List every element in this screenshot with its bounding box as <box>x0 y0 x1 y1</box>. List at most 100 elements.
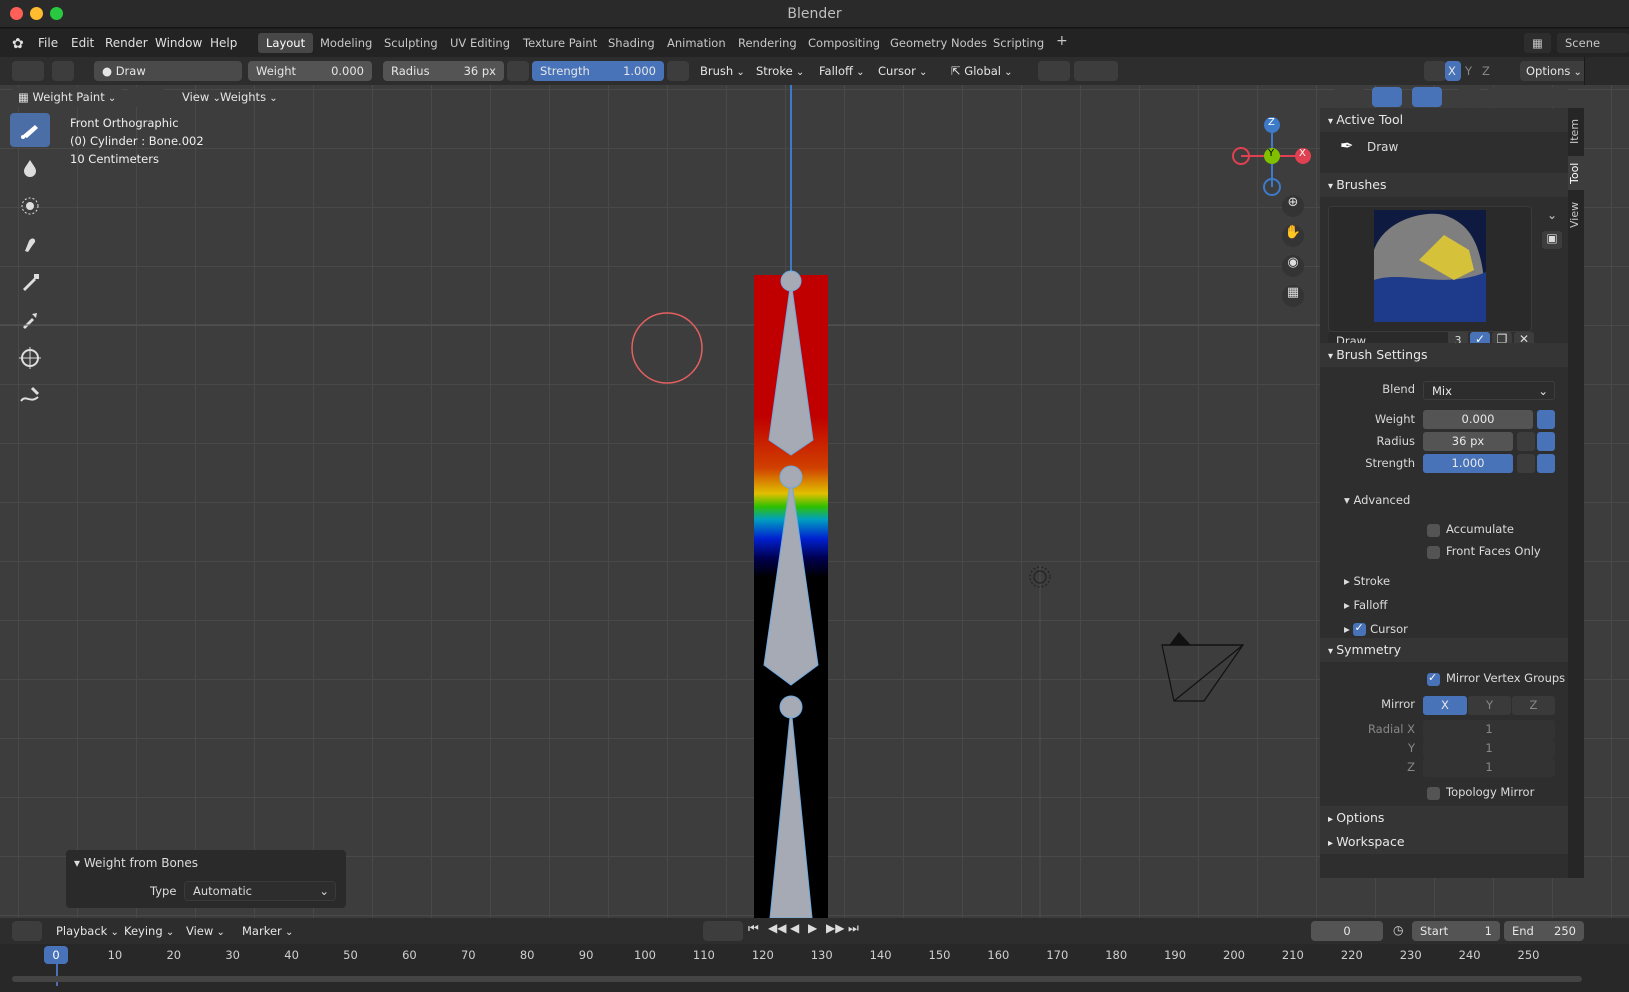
options-header[interactable]: Options <box>1320 806 1568 830</box>
zoom-icon[interactable]: ⊕ <box>1282 195 1304 217</box>
current-frame-field[interactable]: 0 <box>1311 921 1383 941</box>
scene-selector-icon[interactable]: ▦ <box>1524 33 1551 53</box>
front-faces-checkbox[interactable] <box>1427 546 1440 559</box>
tab-compositing[interactable]: Compositing <box>800 33 888 53</box>
menu-stroke[interactable]: Stroke <box>750 61 811 81</box>
tab-shading[interactable]: Shading <box>600 33 663 53</box>
symmetry-header[interactable]: Symmetry <box>1320 638 1568 662</box>
tab-layout[interactable]: Layout <box>258 33 314 53</box>
weight-use-unified-icon[interactable] <box>1537 410 1555 429</box>
menu-falloff[interactable]: Falloff <box>813 61 871 81</box>
blend-dropdown[interactable]: Mix ⌄ <box>1423 381 1555 400</box>
topology-mirror-checkbox[interactable] <box>1427 787 1440 800</box>
falloff-subpanel-header[interactable]: ▸ Falloff <box>1344 598 1387 612</box>
tab-modeling[interactable]: Modeling <box>312 33 380 53</box>
gizmo-toggle-icon[interactable] <box>1372 87 1402 107</box>
orientation-dropdown[interactable]: ⇱ Global <box>945 61 1019 81</box>
next-keyframe-icon[interactable]: ▶▶ <box>826 921 844 941</box>
add-workspace-icon[interactable]: + <box>1048 33 1076 53</box>
accumulate-checkbox[interactable] <box>1427 524 1440 537</box>
record-icon[interactable] <box>703 921 743 941</box>
brush-dropdown-icon[interactable]: ⌄ <box>1542 208 1562 226</box>
bs-strength-field[interactable]: 1.000 <box>1423 454 1513 473</box>
menu-timeline-view[interactable]: View <box>180 921 229 941</box>
radius-use-unified-icon[interactable] <box>1537 432 1555 451</box>
workspace-header[interactable]: Workspace <box>1320 830 1568 854</box>
brush-tool-icon[interactable] <box>52 61 74 81</box>
tab-rendering[interactable]: Rendering <box>730 33 805 53</box>
bs-radius-field[interactable]: 36 px <box>1423 432 1513 451</box>
timeline-scrollbar[interactable] <box>12 976 1582 982</box>
tab-animation[interactable]: Animation <box>659 33 734 53</box>
strength-pressure-icon[interactable] <box>667 61 689 81</box>
xray-icon[interactable] <box>1458 87 1480 107</box>
menu-render[interactable]: Render <box>105 36 148 50</box>
overlays-toggle-icon[interactable] <box>1412 87 1442 107</box>
mirror-vertex-groups-checkbox[interactable] <box>1427 671 1440 686</box>
ortho-grid-icon[interactable]: ▦ <box>1282 285 1304 307</box>
menu-keying[interactable]: Keying <box>118 921 181 941</box>
mirror-y-toggle[interactable]: Y <box>1462 61 1478 81</box>
mirror-x-toggle[interactable]: X <box>1445 61 1461 81</box>
symmetry-y-toggle[interactable]: Y <box>1468 696 1511 715</box>
radial-z-field[interactable]: 1 <box>1423 758 1555 777</box>
blender-logo-icon[interactable]: ✿ <box>12 36 24 52</box>
tab-uv-editing[interactable]: UV Editing <box>442 33 518 53</box>
editor-type-icon[interactable] <box>12 61 44 81</box>
play-icon[interactable]: ▶ <box>808 921 822 941</box>
last-op-title[interactable]: ▾ Weight from Bones <box>74 856 198 870</box>
menu-playback[interactable]: Playback <box>50 921 125 941</box>
radius-pressure-icon[interactable] <box>507 61 529 81</box>
cursor-checkbox[interactable] <box>1353 621 1367 636</box>
start-frame-field[interactable]: Start 1 <box>1412 921 1500 941</box>
radius-field[interactable]: Radius 36 px <box>383 61 504 81</box>
tab-texture-paint[interactable]: Texture Paint <box>515 33 605 53</box>
menu-file[interactable]: File <box>38 36 58 50</box>
bs-weight-field[interactable]: 0.000 <box>1423 410 1533 429</box>
stroke-subpanel-header[interactable]: ▸ Stroke <box>1344 574 1390 588</box>
mirror-z-toggle[interactable]: Z <box>1479 61 1495 81</box>
clock-icon[interactable]: ◷ <box>1393 923 1403 937</box>
strength-pressure-toggle-icon[interactable] <box>1517 454 1535 473</box>
radial-y-field[interactable]: 1 <box>1423 739 1555 758</box>
menu-marker[interactable]: Marker <box>236 921 300 941</box>
brushes-header[interactable]: Brushes <box>1320 173 1568 197</box>
camera-object[interactable] <box>1161 632 1245 702</box>
visibility-icon[interactable] <box>1334 87 1364 107</box>
symmetry-x-toggle[interactable]: X <box>1423 696 1467 715</box>
advanced-subpanel-header[interactable]: ▾ Advanced <box>1344 493 1410 507</box>
symmetry-z-toggle[interactable]: Z <box>1512 696 1555 715</box>
play-reverse-icon[interactable]: ◀ <box>790 921 804 941</box>
tab-scripting[interactable]: Scripting <box>985 33 1052 53</box>
brush-selector[interactable]: ● Draw <box>94 61 242 81</box>
type-dropdown[interactable]: Automatic ⌄ <box>184 881 336 901</box>
tab-sculpting[interactable]: Sculpting <box>376 33 446 53</box>
pan-hand-icon[interactable]: ✋ <box>1282 225 1304 247</box>
radius-pressure-toggle-icon[interactable] <box>1517 432 1535 451</box>
mirror-icon[interactable] <box>1424 61 1446 81</box>
radial-x-field[interactable]: 1 <box>1423 720 1555 739</box>
strength-use-unified-icon[interactable] <box>1537 454 1555 473</box>
brush-preview-box[interactable] <box>1328 206 1532 332</box>
menu-cursor[interactable]: Cursor <box>872 61 934 81</box>
camera-view-icon[interactable]: ◉ <box>1282 255 1304 277</box>
tab-view[interactable]: View <box>1568 198 1584 232</box>
cursor-subpanel-header[interactable]: ▸ Cursor <box>1344 621 1408 636</box>
options-dropdown[interactable]: Options <box>1520 61 1588 81</box>
active-tool-header[interactable]: Active Tool <box>1320 108 1568 132</box>
tab-tool[interactable]: Tool <box>1568 156 1584 190</box>
shading-mode-icons[interactable] <box>1488 87 1568 107</box>
menu-window[interactable]: Window <box>155 36 202 50</box>
end-frame-field[interactable]: End 250 <box>1504 921 1584 941</box>
strength-field[interactable]: Strength 1.000 <box>532 61 664 81</box>
tab-item[interactable]: Item <box>1568 114 1584 148</box>
snap-icon[interactable] <box>1038 61 1070 81</box>
menu-edit[interactable]: Edit <box>71 36 94 50</box>
jump-end-icon[interactable]: ⏭ <box>848 921 864 941</box>
brush-image-icon[interactable]: ▣ <box>1542 231 1562 249</box>
proportional-icon[interactable] <box>1074 61 1118 81</box>
prev-keyframe-icon[interactable]: ◀◀ <box>768 921 786 941</box>
menu-help[interactable]: Help <box>210 36 237 50</box>
scene-name[interactable]: Scene <box>1557 33 1629 53</box>
tab-geometry-nodes[interactable]: Geometry Nodes <box>882 33 995 53</box>
